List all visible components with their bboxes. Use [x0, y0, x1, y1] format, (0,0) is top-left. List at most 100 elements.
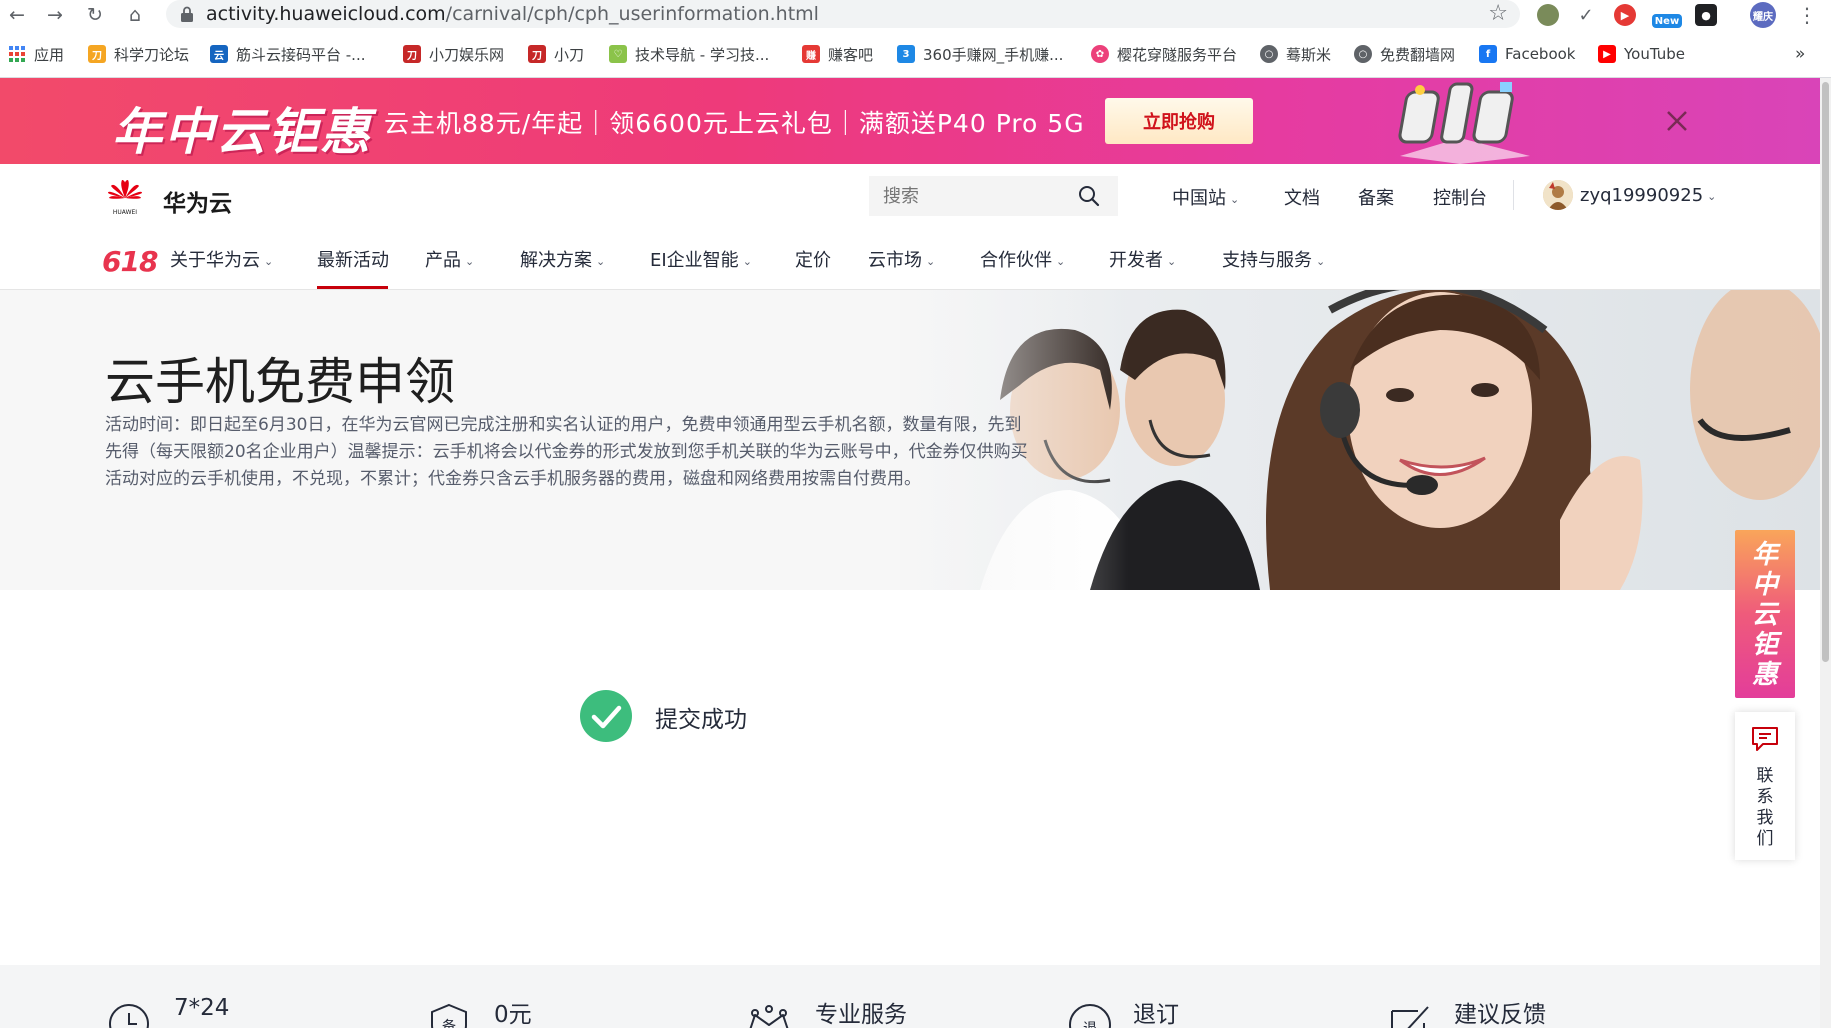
nav-label: 合作伙伴: [980, 250, 1052, 271]
url-path: /carnival/cph/cph_userinformation.html: [445, 3, 819, 25]
kxd-favicon: 刀: [88, 45, 106, 63]
scrollbar-thumb[interactable]: [1822, 82, 1829, 662]
url-text: activity.huaweicloud.com/carnival/cph/cp…: [206, 3, 819, 25]
nav-item-latest-activities[interactable]: 最新活动: [317, 246, 389, 272]
feature-feedback[interactable]: 建议反馈: [1388, 995, 1618, 1028]
nav-item-about[interactable]: 关于华为云 ⌄: [170, 246, 273, 272]
chevron-down-icon: ⌄: [465, 254, 475, 268]
bookmark-item[interactable]: ○ 免费翻墙网: [1354, 42, 1455, 66]
filing-link[interactable]: 备案: [1358, 184, 1394, 210]
contact-us-label: 联系我们: [1756, 766, 1774, 849]
forward-icon[interactable]: →: [42, 2, 68, 28]
bookmark-item[interactable]: ○ 蓦斯米: [1260, 42, 1331, 66]
bookmark-label: 技术导航 - 学习技...: [635, 45, 770, 64]
bookmark-item[interactable]: 3 360手赚网_手机赚...: [897, 42, 1063, 66]
feature-label: 0元: [494, 1002, 532, 1028]
promo-banner[interactable]: 年中云钜惠 云主机88元/年起｜领6600元上云礼包｜满额送P40 Pro 5G…: [0, 78, 1820, 164]
docs-link[interactable]: 文档: [1284, 184, 1320, 210]
facebook-icon: f: [1479, 45, 1497, 63]
bookmark-item[interactable]: ▶ YouTube: [1598, 42, 1685, 66]
nav-item-solutions[interactable]: 解决方案 ⌄: [520, 246, 605, 272]
bookmark-item[interactable]: 云筋斗云接码平台 -...: [210, 42, 366, 66]
sakura-favicon: ✿: [1091, 45, 1109, 63]
bookmark-item[interactable]: f Facebook: [1479, 42, 1575, 66]
region-selector[interactable]: 中国站 ⌄: [1172, 184, 1239, 210]
avatar[interactable]: [1543, 180, 1573, 210]
extension-mask-icon[interactable]: ●: [1695, 4, 1717, 26]
nav-item-ei[interactable]: EI企业智能 ⌄: [650, 246, 752, 272]
back-icon[interactable]: ←: [4, 2, 30, 28]
nav-item-marketplace[interactable]: 云市场 ⌄: [868, 246, 935, 272]
extension-check-icon[interactable]: ✓: [1575, 4, 1597, 26]
more-bookmarks-button[interactable]: »: [1795, 42, 1805, 66]
bookmark-item[interactable]: 赚赚客吧: [802, 42, 873, 66]
nav-item-pricing[interactable]: 定价: [795, 246, 831, 272]
bookmark-star-icon[interactable]: ☆: [1488, 1, 1508, 26]
feature-label: 专业服务: [815, 1002, 907, 1028]
nav-item-partners[interactable]: 合作伙伴 ⌄: [980, 246, 1065, 272]
feature-label: 建议反馈: [1454, 1002, 1546, 1028]
youtube-icon: ▶: [1598, 45, 1616, 63]
promo-618-illustration: [1398, 82, 1530, 164]
reload-icon[interactable]: ↻: [82, 2, 108, 28]
feature-free-filing[interactable]: 备 0元: [428, 995, 628, 1028]
search-box[interactable]: [869, 176, 1118, 216]
home-icon[interactable]: ⌂: [122, 2, 148, 28]
nav-item-products[interactable]: 产品 ⌄: [425, 246, 474, 272]
omnibox[interactable]: activity.huaweicloud.com/carnival/cph/cp…: [166, 0, 1520, 28]
bookmark-label: 樱花穿隧服务平台: [1117, 45, 1238, 64]
more-bookmarks-label: »: [1795, 44, 1806, 64]
buy-now-button[interactable]: 立即抢购: [1105, 98, 1253, 144]
user-menu[interactable]: zyq19990925 ⌄: [1580, 185, 1716, 206]
brand-name[interactable]: 华为云: [163, 184, 232, 218]
feature-refund[interactable]: 退 退订: [1067, 995, 1267, 1028]
header-divider: [1513, 180, 1514, 210]
contact-us-button[interactable]: 联系我们: [1735, 712, 1795, 860]
page-title: 云手机免费申领: [105, 353, 455, 411]
profile-avatar[interactable]: 耀庆: [1750, 2, 1776, 28]
profile-badge-text: 耀庆: [1753, 11, 1773, 23]
check-circle-icon: [580, 690, 632, 742]
svg-text:退: 退: [1083, 1021, 1097, 1028]
extension-new-badge[interactable]: New: [1652, 14, 1682, 28]
search-input[interactable]: [883, 176, 1073, 216]
huawei-logo-icon[interactable]: HUAWEI: [104, 176, 146, 216]
feature-24x7[interactable]: 7*24: [108, 995, 308, 1028]
extension-video-icon[interactable]: ▶: [1614, 4, 1636, 26]
jindouyun-favicon: 云: [210, 45, 228, 63]
globe-icon: ○: [1354, 45, 1372, 63]
bookmark-item[interactable]: ♡ 技术导航 - 学习技...: [609, 42, 769, 66]
bookmarks-bar: 应用 刀科学刀论坛 云筋斗云接码平台 -... 刀小刀娱乐网 刀小刀 ♡ 技术导航…: [0, 40, 1831, 70]
bookmark-item[interactable]: 刀小刀娱乐网: [403, 42, 504, 66]
side-promo-banner[interactable]: 年中云钜惠: [1735, 530, 1795, 698]
zhuanke-favicon: 赚: [802, 45, 820, 63]
bookmark-apps[interactable]: 应用: [8, 42, 64, 66]
browser-chrome: ← → ↻ ⌂ activity.huaweicloud.com/carniva…: [0, 0, 1831, 78]
nav-active-indicator: [317, 286, 388, 289]
globe-icon: ○: [1260, 45, 1278, 63]
nav-label: 解决方案: [520, 250, 592, 271]
bookmark-item[interactable]: ✿ 樱花穿隧服务平台: [1091, 42, 1237, 66]
nav-label: 支持与服务: [1222, 250, 1312, 271]
url-host: activity.huaweicloud.com: [206, 3, 446, 25]
bookmark-label: Facebook: [1505, 45, 1576, 63]
nav-item-developers[interactable]: 开发者 ⌄: [1109, 246, 1176, 272]
feature-professional-service[interactable]: 专业服务: [745, 995, 975, 1028]
address-bar-row: ← → ↻ ⌂ activity.huaweicloud.com/carniva…: [0, 0, 1831, 30]
bookmark-item[interactable]: 刀小刀: [528, 42, 584, 66]
bookmark-label: 小刀娱乐网: [429, 45, 505, 64]
promo-logo: 年中云钜惠: [112, 103, 372, 161]
close-icon[interactable]: [1662, 106, 1692, 136]
nav-label: 定价: [795, 250, 831, 271]
extension-hedgehog-icon[interactable]: [1537, 4, 1559, 26]
search-icon[interactable]: [1077, 184, 1101, 208]
nav-618-badge[interactable]: 618: [102, 245, 158, 278]
activity-description: 活动时间：即日起至6月30日，在华为云官网已完成注册和实名认证的用户，免费申领通…: [105, 415, 1028, 489]
footer-features: 7*24 备 0元 专业服务 退 退订 建议反馈: [0, 965, 1820, 1028]
console-link[interactable]: 控制台: [1433, 184, 1487, 210]
nav-item-support[interactable]: 支持与服务 ⌄: [1222, 246, 1325, 272]
bookmark-item[interactable]: 刀科学刀论坛: [88, 42, 189, 66]
browser-menu-icon[interactable]: ⋮: [1794, 2, 1820, 28]
chevron-down-icon: ⌄: [1316, 254, 1326, 268]
xiaodao-favicon: 刀: [403, 45, 421, 63]
